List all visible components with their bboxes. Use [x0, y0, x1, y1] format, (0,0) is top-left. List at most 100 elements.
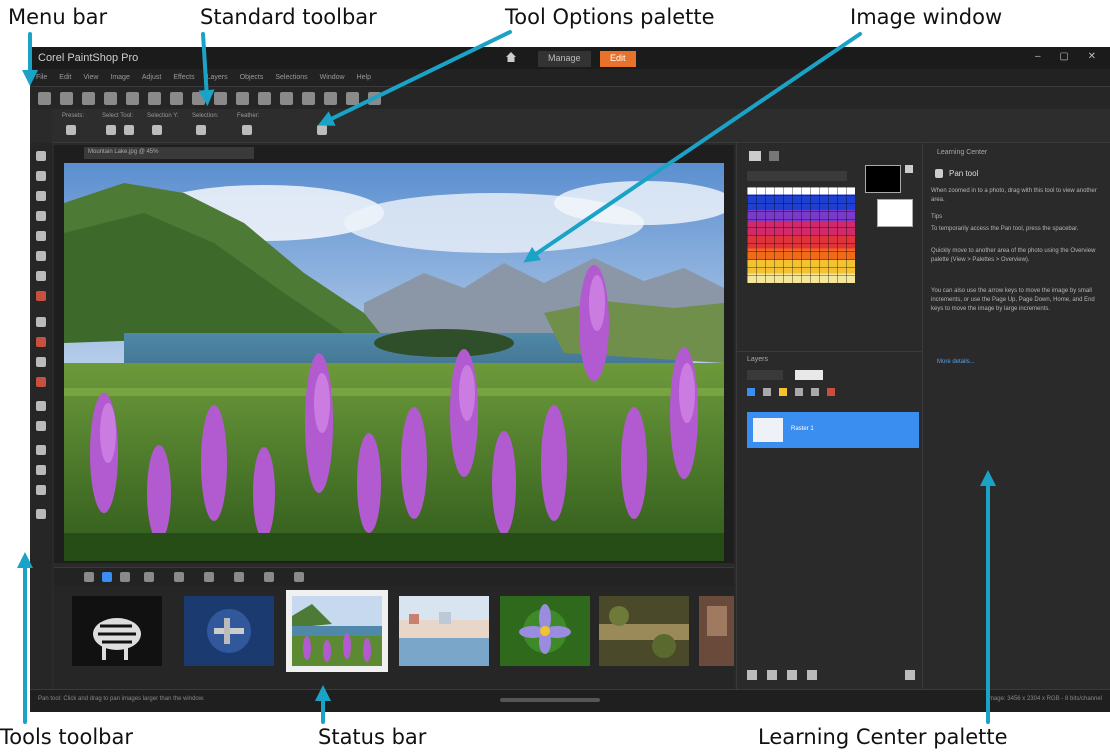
- option-label: Presets:: [62, 113, 85, 119]
- more-details-link[interactable]: More details...: [937, 359, 975, 365]
- crop-icon[interactable]: [214, 91, 227, 105]
- layer-tool-icon[interactable]: [811, 388, 819, 396]
- tab-manage[interactable]: Manage: [538, 51, 591, 67]
- menu-adjust[interactable]: Adjust: [142, 74, 161, 81]
- gear-icon[interactable]: [36, 509, 46, 519]
- mask-icon[interactable]: [787, 670, 797, 680]
- thumbnail-interior[interactable]: [699, 596, 734, 666]
- dropper-tool-icon[interactable]: [36, 211, 46, 221]
- home-icon[interactable]: [506, 52, 516, 62]
- window-controls[interactable]: – ▢ ✕: [1035, 51, 1104, 62]
- pick-tool-icon[interactable]: [36, 171, 46, 181]
- zoom-in-icon[interactable]: [236, 91, 249, 105]
- save-icon[interactable]: [82, 91, 95, 105]
- menu-selections[interactable]: Selections: [275, 74, 307, 81]
- layer-tool-icon[interactable]: [763, 388, 771, 396]
- learning-tip: Quickly move to another area of the phot…: [931, 248, 1096, 263]
- pan-tool-icon[interactable]: [36, 151, 46, 161]
- organizer-tool-icon[interactable]: [264, 572, 274, 582]
- layer-tool-icon[interactable]: [779, 388, 787, 396]
- thumbnail-water-lily[interactable]: [500, 596, 590, 666]
- menu-file[interactable]: File: [36, 74, 47, 81]
- image-tab[interactable]: Mountain Lake.jpg @ 45%: [84, 147, 254, 159]
- fill-tool-icon[interactable]: [36, 377, 46, 387]
- clone-tool-icon[interactable]: [36, 317, 46, 327]
- open-icon[interactable]: [60, 91, 73, 105]
- swap-colors-icon[interactable]: [905, 165, 913, 173]
- warp-tool-icon[interactable]: [36, 465, 46, 475]
- organizer-tool-icon[interactable]: [120, 572, 130, 582]
- organizer-tool-icon[interactable]: [84, 572, 94, 582]
- group-icon[interactable]: [807, 670, 817, 680]
- landscape-photo[interactable]: [64, 163, 724, 561]
- crop-tool-icon[interactable]: [36, 231, 46, 241]
- organizer-tool-icon[interactable]: [234, 572, 244, 582]
- thumbnail-waterfront[interactable]: [399, 596, 489, 666]
- palette-selector[interactable]: [747, 171, 847, 181]
- tool-option-control[interactable]: [124, 125, 134, 135]
- background-color-swatch[interactable]: [877, 199, 913, 227]
- opacity-field[interactable]: [795, 370, 823, 380]
- tab-edit[interactable]: Edit: [600, 51, 636, 67]
- text-tool-icon[interactable]: [36, 401, 46, 411]
- delete-layer-icon[interactable]: [905, 670, 915, 680]
- image-window[interactable]: Mountain Lake.jpg @ 45%: [54, 145, 734, 563]
- organizer-tool-icon[interactable]: [144, 572, 154, 582]
- menu-window[interactable]: Window: [320, 74, 345, 81]
- menu-edit[interactable]: Edit: [59, 74, 71, 81]
- makeover-tool-icon[interactable]: [36, 291, 46, 301]
- layers-icon[interactable]: [302, 91, 315, 105]
- menu-layers[interactable]: Layers: [207, 74, 228, 81]
- menu-view[interactable]: View: [83, 74, 98, 81]
- print-icon[interactable]: [104, 91, 117, 105]
- foreground-color-swatch[interactable]: [865, 165, 901, 193]
- histogram-icon[interactable]: [324, 91, 337, 105]
- tool-option-control[interactable]: [242, 125, 252, 135]
- thumbnail-mountain-lake[interactable]: [286, 590, 388, 672]
- palette-tab-icon[interactable]: [769, 151, 779, 161]
- menu-effects[interactable]: Effects: [173, 74, 194, 81]
- organizer-tool-icon[interactable]: [294, 572, 304, 582]
- menu-help[interactable]: Help: [357, 74, 371, 81]
- menu-image[interactable]: Image: [110, 74, 129, 81]
- thumbnail-forest-stream[interactable]: [599, 596, 689, 666]
- palette-tab-icon[interactable]: [749, 151, 761, 161]
- pen-tool-icon[interactable]: [36, 445, 46, 455]
- menu-objects[interactable]: Objects: [240, 74, 264, 81]
- brush-layer-icon[interactable]: [767, 670, 777, 680]
- red-eye-tool-icon[interactable]: [36, 271, 46, 281]
- zoom-out-icon[interactable]: [258, 91, 271, 105]
- status-resize-handle[interactable]: [500, 698, 600, 702]
- new-layer-icon[interactable]: [747, 670, 757, 680]
- new-file-icon[interactable]: [38, 91, 51, 105]
- paste-icon[interactable]: [148, 91, 161, 105]
- layer-tool-icon[interactable]: [795, 388, 803, 396]
- paint-brush-tool-icon[interactable]: [36, 337, 46, 347]
- tool-option-control[interactable]: [196, 125, 206, 135]
- undo-icon[interactable]: [170, 91, 183, 105]
- straighten-tool-icon[interactable]: [36, 251, 46, 261]
- copy-icon[interactable]: [126, 91, 139, 105]
- tool-option-control[interactable]: [317, 125, 327, 135]
- blend-mode-selector[interactable]: [747, 370, 783, 380]
- thumbnail-zebra[interactable]: [72, 596, 162, 666]
- thumbnail-plane[interactable]: [184, 596, 274, 666]
- layer-tool-icon[interactable]: [747, 388, 755, 396]
- shape-tool-icon[interactable]: [36, 421, 46, 431]
- selection-tool-icon[interactable]: [36, 191, 46, 201]
- preset-picker[interactable]: [66, 125, 76, 135]
- organizer-tool-icon[interactable]: [174, 572, 184, 582]
- organizer-tool-icon[interactable]: [204, 572, 214, 582]
- script-icon[interactable]: [346, 91, 359, 105]
- fit-icon[interactable]: [280, 91, 293, 105]
- tool-option-control[interactable]: [106, 125, 116, 135]
- layer-tool-icon[interactable]: [827, 388, 835, 396]
- eraser-tool-icon[interactable]: [36, 357, 46, 367]
- tool-option-control[interactable]: [152, 125, 162, 135]
- workspace-icon[interactable]: [368, 91, 381, 105]
- smudge-tool-icon[interactable]: [36, 485, 46, 495]
- redo-icon[interactable]: [192, 91, 205, 105]
- layer-row-selected[interactable]: Raster 1: [747, 412, 919, 448]
- menu-bar: File Edit View Image Adjust Effects Laye…: [30, 69, 1110, 87]
- organizer-tool-icon[interactable]: [102, 572, 112, 582]
